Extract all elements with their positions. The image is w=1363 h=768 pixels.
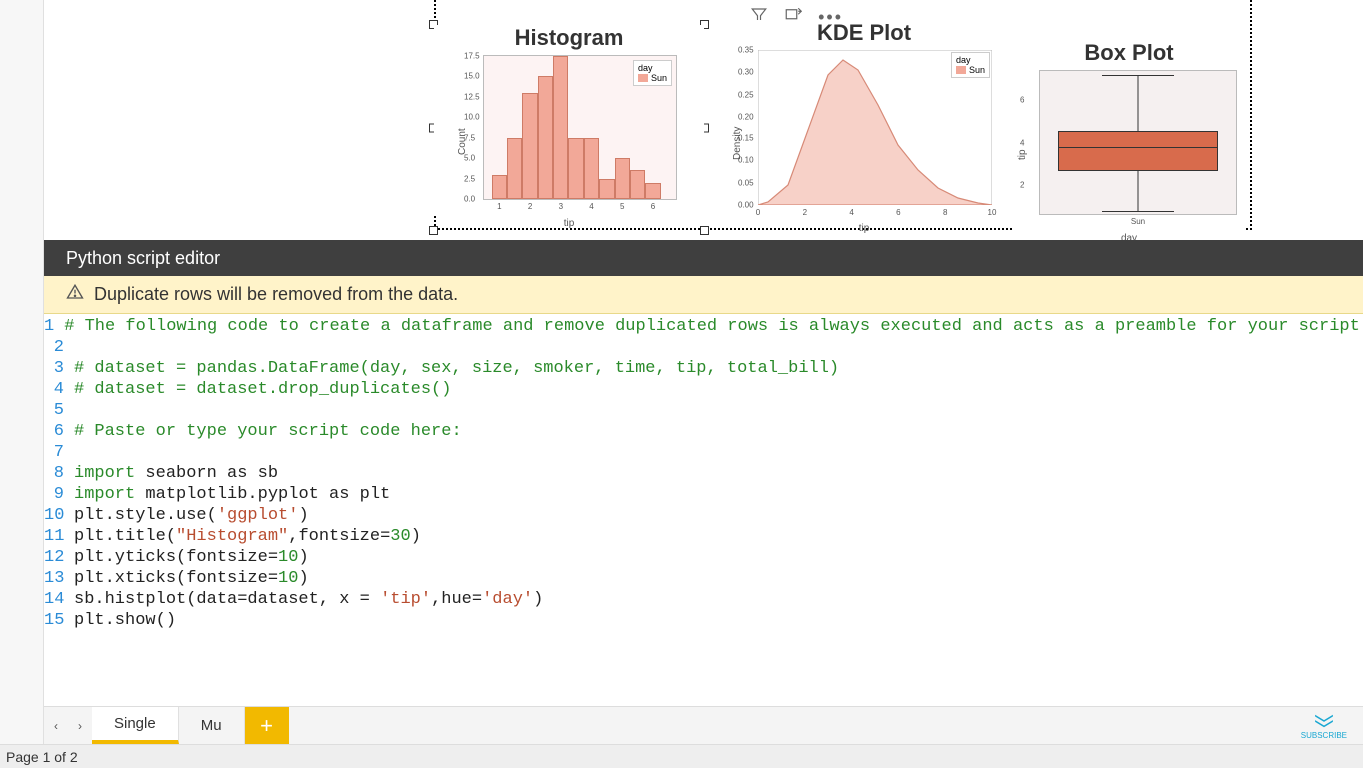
status-bar: Page 1 of 2: [0, 744, 1363, 768]
canvas-area[interactable]: ••• Histogram day Sun: [44, 0, 1363, 232]
page-tabs: ‹ › Single Mu +: [44, 706, 1363, 744]
tab-single[interactable]: Single: [92, 707, 179, 744]
warning-bar: Duplicate rows will be removed from the …: [44, 276, 1363, 314]
x-axis-label: tip: [859, 223, 870, 234]
warning-icon: [66, 283, 84, 306]
chart-title: Histogram: [434, 25, 704, 51]
tabs-next-button[interactable]: ›: [68, 707, 92, 744]
legend: day Sun: [951, 52, 990, 78]
legend: day Sun: [633, 60, 672, 86]
chart-title: KDE Plot: [724, 20, 1004, 46]
tab-mu[interactable]: Mu: [179, 707, 245, 744]
code-editor[interactable]: 1# The following code to create a datafr…: [44, 314, 1363, 706]
page-indicator: Page 1 of 2: [6, 749, 78, 765]
box-plot: 2 4 6 Sun tip day: [1019, 70, 1239, 230]
subscribe-badge[interactable]: SUBSCRIBE: [1301, 713, 1347, 740]
y-axis-label: Density: [732, 127, 743, 160]
chart-boxplot[interactable]: Box Plot 2 4 6 Sun tip day: [1014, 40, 1244, 230]
chart-title: Box Plot: [1014, 40, 1244, 66]
chart-kde[interactable]: KDE Plot day Sun 0.00 0.05 0.10 0.15 0.2…: [724, 20, 1004, 220]
y-axis-label: tip: [1017, 149, 1028, 160]
resize-handle[interactable]: [429, 226, 438, 235]
resize-handle[interactable]: [700, 226, 709, 235]
left-gutter: [0, 0, 44, 768]
y-axis-label: Count: [457, 128, 468, 155]
chart-histogram-selected[interactable]: Histogram day Sun: [434, 25, 704, 230]
add-page-button[interactable]: +: [245, 707, 289, 744]
tabs-prev-button[interactable]: ‹: [44, 707, 68, 744]
script-editor-header: Python script editor: [44, 240, 1363, 276]
x-axis-label: tip: [564, 218, 575, 229]
histogram-plot: day Sun 0.0 2.5 5.0: [459, 55, 679, 215]
kde-plot: day Sun 0.00 0.05 0.10 0.15 0.20 0.25 0.…: [734, 50, 994, 220]
